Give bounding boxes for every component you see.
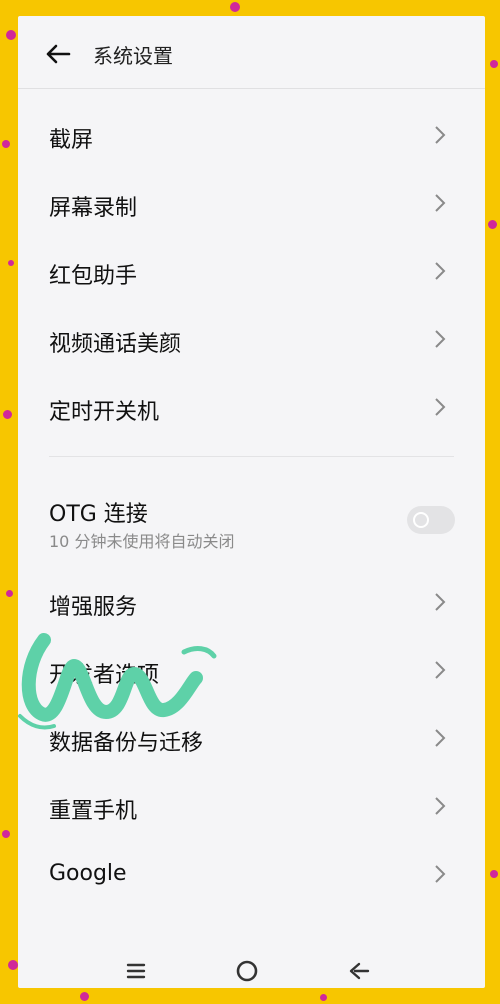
setting-label: 视频通话美颜	[49, 332, 182, 357]
header-bar: 系统设置	[18, 16, 485, 89]
setting-label: 增强服务	[49, 595, 138, 620]
decorative-dot	[3, 410, 12, 419]
setting-enhanced-services[interactable]: 增强服务	[18, 569, 485, 637]
nav-back-button[interactable]	[346, 958, 372, 984]
chevron-right-icon	[435, 194, 446, 212]
chevron-right-icon	[435, 729, 446, 747]
setting-label: 重置手机	[49, 799, 138, 824]
chevron-right-icon	[435, 865, 446, 883]
home-button[interactable]	[234, 958, 260, 984]
decorative-dot	[8, 260, 14, 266]
setting-scheduled-power[interactable]: 定时开关机	[18, 374, 485, 442]
otg-subtitle: 10 分钟未使用将自动关闭	[49, 532, 235, 551]
settings-panel: 系统设置 截屏 屏幕录制 红包助手 视频通话美颜 定时开关机 OTG 连接 10…	[18, 16, 485, 988]
decorative-dot	[320, 994, 327, 1001]
back-icon	[349, 962, 370, 980]
chevron-right-icon	[435, 661, 446, 679]
chevron-right-icon	[435, 398, 446, 416]
chevron-right-icon	[435, 330, 446, 348]
setting-screenshot[interactable]: 截屏	[18, 102, 485, 170]
decorative-dot	[8, 960, 18, 970]
decorative-dot	[490, 870, 498, 878]
setting-label: Google	[49, 861, 127, 886]
setting-data-backup[interactable]: 数据备份与迁移	[18, 705, 485, 773]
setting-label: 红包助手	[49, 264, 138, 289]
setting-reset-phone[interactable]: 重置手机	[18, 773, 485, 841]
setting-screen-recording[interactable]: 屏幕录制	[18, 170, 485, 238]
setting-label: 屏幕录制	[49, 196, 138, 221]
page-title: 系统设置	[93, 44, 173, 68]
chevron-right-icon	[435, 262, 446, 280]
decorative-dot	[490, 60, 498, 68]
setting-developer-options[interactable]: 开发者选项	[18, 637, 485, 705]
chevron-right-icon	[435, 797, 446, 815]
chevron-right-icon	[435, 593, 446, 611]
decorative-dot	[488, 220, 497, 229]
otg-label: OTG 连接	[49, 502, 148, 527]
back-button[interactable]	[44, 40, 72, 68]
menu-icon	[126, 963, 146, 979]
arrow-left-icon	[46, 44, 71, 64]
toggle-knob	[413, 512, 429, 528]
setting-label: 数据备份与迁移	[49, 731, 204, 756]
setting-label: 定时开关机	[49, 400, 160, 425]
decorative-dot	[2, 140, 10, 148]
setting-label: 开发者选项	[49, 663, 160, 688]
setting-red-packet-assistant[interactable]: 红包助手	[18, 238, 485, 306]
decorative-dot	[2, 830, 10, 838]
chevron-right-icon	[435, 126, 446, 144]
decorative-dot	[6, 590, 13, 597]
section-divider	[49, 456, 454, 457]
recent-apps-button[interactable]	[123, 958, 149, 984]
decorative-dot	[6, 30, 16, 40]
otg-toggle[interactable]	[407, 506, 455, 534]
setting-label: 截屏	[49, 128, 94, 153]
system-nav-bar	[18, 952, 485, 988]
setting-video-call-beauty[interactable]: 视频通话美颜	[18, 306, 485, 374]
home-circle-icon	[236, 960, 258, 982]
decorative-dot	[230, 2, 240, 12]
setting-google[interactable]: Google	[18, 841, 485, 909]
decorative-dot	[80, 992, 89, 1001]
